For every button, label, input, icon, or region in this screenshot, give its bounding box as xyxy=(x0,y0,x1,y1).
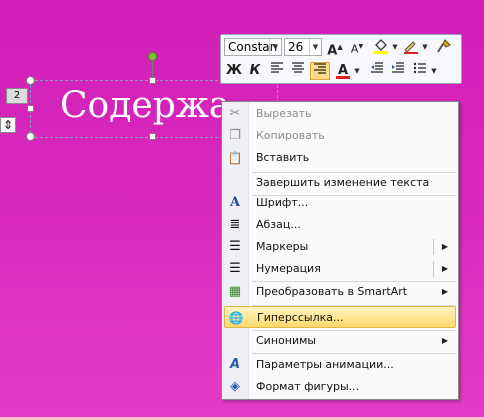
menu-item-label: Нумерация xyxy=(256,262,321,275)
format-painter-icon[interactable] xyxy=(434,38,454,56)
menu-item-animation-options[interactable]: A Параметры анимации... xyxy=(224,354,456,376)
menu-item-numbering[interactable]: ☰ Нумерация ▶ xyxy=(224,258,456,280)
menu-item-hyperlink[interactable]: 🌐 Гиперссылка... xyxy=(224,306,456,328)
context-menu: ✂ Вырезать ❐ Копировать 📋 Вставить Завер… xyxy=(221,101,459,400)
rotation-handle[interactable] xyxy=(148,52,157,61)
resize-handle-left[interactable] xyxy=(27,105,34,112)
menu-item-cut[interactable]: ✂ Вырезать xyxy=(224,103,456,125)
menu-item-paragraph[interactable]: ≣ Абзац... xyxy=(224,214,456,236)
mini-toolbar: Constan ▼ 26 ▼ A▲ A▼ ▼ ▼ Ж К A ▼ ▼ xyxy=(220,34,462,84)
submenu-arrow-icon[interactable]: ▶ xyxy=(442,330,448,352)
hyperlink-icon: 🌐 xyxy=(228,311,244,325)
fill-color-icon[interactable] xyxy=(371,38,391,56)
chevron-down-icon[interactable]: ▼ xyxy=(421,38,429,56)
align-left-icon[interactable] xyxy=(267,62,287,80)
paragraph-icon: ≣ xyxy=(229,217,241,232)
chevron-down-icon[interactable]: ▼ xyxy=(391,38,399,56)
font-color-icon[interactable]: A xyxy=(333,62,353,80)
menu-item-bullets[interactable]: ☰ Маркеры ▶ xyxy=(224,236,456,258)
rotation-line xyxy=(152,61,153,78)
menu-item-copy[interactable]: ❐ Копировать xyxy=(224,125,456,147)
format-shape-icon: ◈ xyxy=(230,379,240,394)
chevron-down-icon[interactable]: ▼ xyxy=(353,62,361,80)
menu-item-label: Формат фигуры... xyxy=(256,380,360,393)
resize-handle-bottom-left[interactable] xyxy=(26,132,35,141)
font-size-combo[interactable]: 26 ▼ xyxy=(284,38,322,56)
menu-item-label: Маркеры xyxy=(256,240,309,253)
split-divider xyxy=(433,261,434,277)
increase-indent-icon[interactable] xyxy=(388,62,408,80)
copy-icon: ❐ xyxy=(229,128,241,143)
align-right-icon[interactable] xyxy=(310,62,330,80)
bold-button[interactable]: Ж xyxy=(224,62,244,80)
numbering-icon: ☰ xyxy=(229,261,241,276)
shrink-font-icon[interactable]: A▼ xyxy=(347,38,367,56)
menu-item-exit-text-edit[interactable]: Завершить изменение текста xyxy=(224,172,456,194)
slide-title-text[interactable]: Содержание xyxy=(60,80,225,132)
scissors-icon: ✂ xyxy=(229,106,241,121)
chevron-down-icon[interactable]: ▼ xyxy=(269,39,281,55)
paste-icon: 📋 xyxy=(227,151,243,165)
bullets-icon: ☰ xyxy=(229,239,241,254)
submenu-arrow-icon[interactable]: ▶ xyxy=(442,281,448,303)
italic-button[interactable]: К xyxy=(245,62,265,80)
slide-number-badge: 2 xyxy=(6,88,28,104)
decrease-indent-icon[interactable] xyxy=(367,62,387,80)
menu-item-label: Преобразовать в SmartArt xyxy=(256,285,408,298)
font-name-combo[interactable]: Constan ▼ xyxy=(224,38,282,56)
submenu-arrow-icon[interactable]: ▶ xyxy=(442,236,448,258)
submenu-arrow-icon[interactable]: ▶ xyxy=(442,258,448,280)
menu-item-label: Завершить изменение текста xyxy=(256,176,430,189)
align-center-icon[interactable] xyxy=(288,62,308,80)
menu-item-label: Абзац... xyxy=(256,218,301,231)
animation-icon: A xyxy=(229,357,241,372)
font-icon: A xyxy=(229,195,241,210)
bullets-icon[interactable] xyxy=(410,62,430,80)
menu-item-label: Копировать xyxy=(256,129,325,142)
font-size-value: 26 xyxy=(288,40,304,54)
smartart-icon: ▦ xyxy=(228,284,242,299)
resize-handle-top-left[interactable] xyxy=(26,76,35,85)
grow-font-icon[interactable]: A▲ xyxy=(325,38,345,58)
menu-item-synonyms[interactable]: Синонимы ▶ xyxy=(224,330,456,352)
menu-item-label: Вырезать xyxy=(256,107,312,120)
chevron-down-icon[interactable]: ▼ xyxy=(430,62,438,80)
menu-item-font[interactable]: A Шрифт... xyxy=(224,192,456,214)
menu-item-label: Синонимы xyxy=(256,334,317,347)
menu-item-label: Шрифт... xyxy=(256,196,309,209)
chevron-down-icon[interactable]: ▼ xyxy=(309,39,321,55)
menu-item-format-shape[interactable]: ◈ Формат фигуры... xyxy=(224,376,456,398)
menu-item-convert-smartart[interactable]: ▦ Преобразовать в SmartArt ▶ xyxy=(224,281,456,303)
resize-handle-top[interactable] xyxy=(149,77,156,84)
split-divider xyxy=(433,239,434,255)
outline-color-icon[interactable] xyxy=(401,38,421,56)
menu-item-label: Вставить xyxy=(256,151,310,164)
resize-handle-bottom[interactable] xyxy=(149,133,156,140)
autofit-icon[interactable]: ⇕ xyxy=(0,117,16,133)
menu-item-label: Гиперссылка... xyxy=(257,311,344,324)
menu-item-paste[interactable]: 📋 Вставить xyxy=(224,147,456,169)
menu-item-label: Параметры анимации... xyxy=(256,358,394,371)
